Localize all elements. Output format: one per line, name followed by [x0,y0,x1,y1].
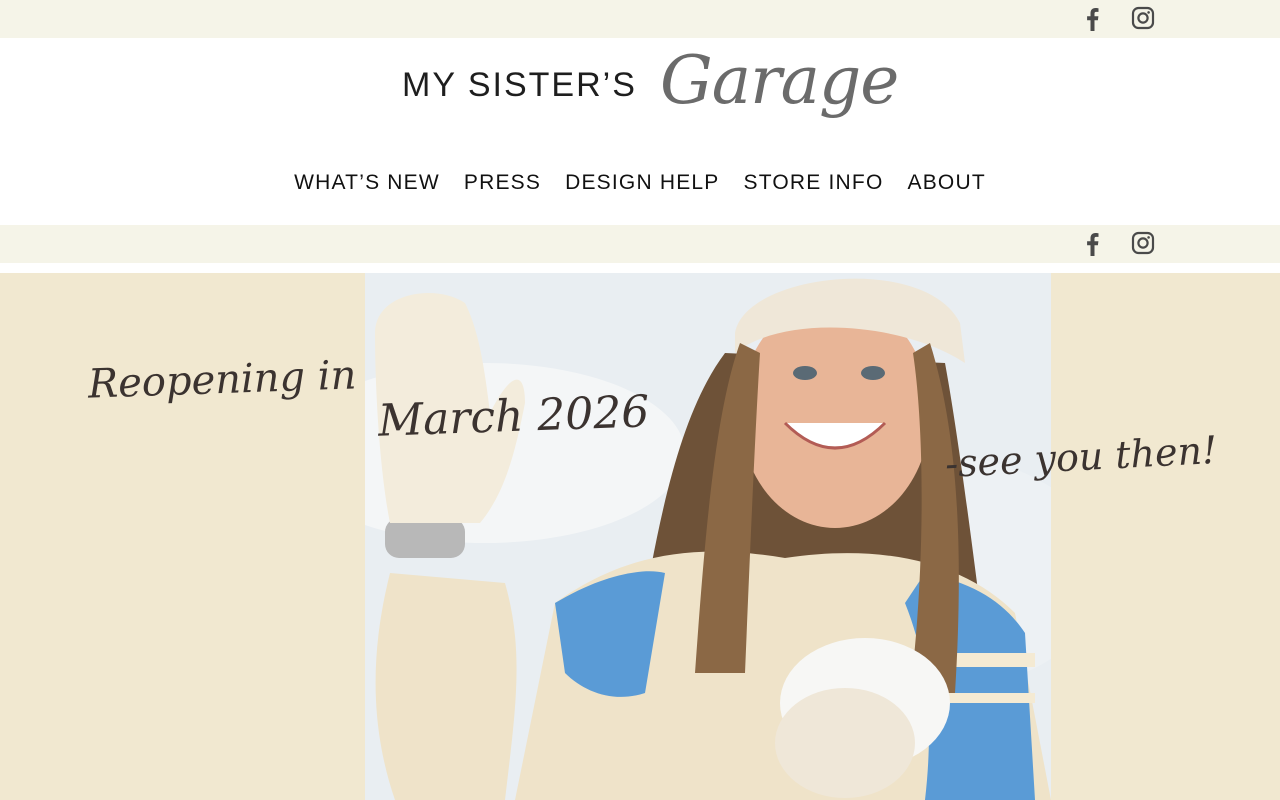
site-logo[interactable]: MY SISTER’S Garage [402,42,899,151]
site-header: MY SISTER’S Garage WHAT’S NEW PRESS DESI… [0,38,1280,225]
logo-wordmark: MY SISTER’S [402,66,637,104]
instagram-icon[interactable] [1131,231,1155,255]
woman-in-snow-photo [365,273,1051,800]
reopening-text: Reopening in [87,352,358,408]
facebook-icon[interactable] [1083,7,1101,31]
nav-item-store-info[interactable]: STORE INFO [744,171,884,199]
hero-photo-illustration [365,273,1051,800]
facebook-icon[interactable] [1083,232,1101,256]
nav-item-whats-new[interactable]: WHAT’S NEW [294,171,440,199]
main-nav: WHAT’S NEW PRESS DESIGN HELP STORE INFO … [0,171,1280,199]
hero-banner: Reopening in March 2026 -see you then! [0,273,1280,800]
top-social-bar [0,0,1280,38]
section-spacer [0,263,1280,273]
nav-item-about[interactable]: ABOUT [908,171,986,199]
reopening-date: March 2026 [377,386,651,447]
nav-item-design-help[interactable]: DESIGN HELP [565,171,719,199]
nav-item-press[interactable]: PRESS [464,171,541,199]
secondary-social-bar [0,225,1280,263]
logo-script: Garage [660,42,899,119]
instagram-icon[interactable] [1131,6,1155,30]
